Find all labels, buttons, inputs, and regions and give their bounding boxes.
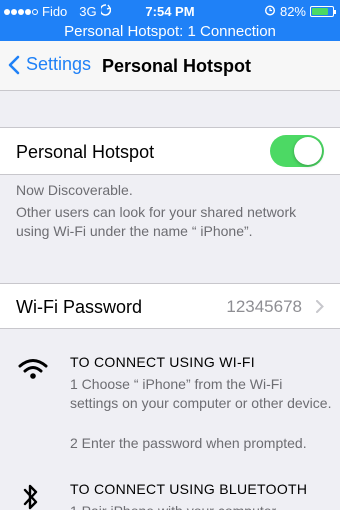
status-bar: Fido 3G 7:54 PM 82% (0, 0, 340, 22)
chevron-left-icon (8, 55, 20, 74)
hotspot-connection-banner[interactable]: Personal Hotspot: 1 Connection (0, 22, 340, 41)
discoverable-status: Now Discoverable. (16, 182, 133, 198)
chevron-right-icon (316, 300, 324, 313)
battery-fill (312, 8, 329, 15)
wifi-password-value: 12345678 (226, 297, 302, 316)
back-label: Settings (26, 54, 92, 74)
alarm-icon (264, 4, 276, 19)
wifi-icon (18, 359, 48, 379)
wifi-password-cell[interactable]: Wi-Fi Password 12345678 (0, 283, 340, 329)
wifi-step-1: 1 Choose “ iPhone” from the Wi-Fi settin… (70, 376, 332, 411)
battery-percent: 82% (279, 4, 306, 19)
personal-hotspot-label: Personal Hotspot (16, 142, 155, 162)
status-right: 82% (264, 4, 336, 19)
battery-icon (310, 6, 336, 17)
toggle-knob (294, 137, 322, 165)
discoverable-description: Other users can look for your shared net… (16, 204, 297, 239)
page-title: Personal Hotspot (102, 56, 252, 76)
bluetooth-heading: TO CONNECT USING BLUETOOTH (70, 481, 308, 497)
back-button[interactable]: Settings (8, 54, 91, 75)
wifi-instructions: TO CONNECT USING WI-FI 1 Choose “ iPhone… (0, 348, 340, 458)
wifi-step-2: 2 Enter the password when prompted. (70, 435, 307, 451)
navigation-bar: Settings Personal Hotspot (0, 41, 340, 91)
bluetooth-instructions: TO CONNECT USING BLUETOOTH 1 Pair iPhone… (0, 477, 340, 510)
wifi-heading: TO CONNECT USING WI-FI (70, 354, 255, 370)
wifi-password-label: Wi-Fi Password (16, 297, 143, 317)
personal-hotspot-toggle[interactable] (270, 135, 324, 167)
bluetooth-step-1: 1 Pair iPhone with your computer. (70, 502, 334, 510)
personal-hotspot-cell: Personal Hotspot (0, 127, 340, 175)
bluetooth-icon (23, 484, 38, 510)
discoverable-footer: Now Discoverable. Other users can look f… (16, 181, 326, 241)
